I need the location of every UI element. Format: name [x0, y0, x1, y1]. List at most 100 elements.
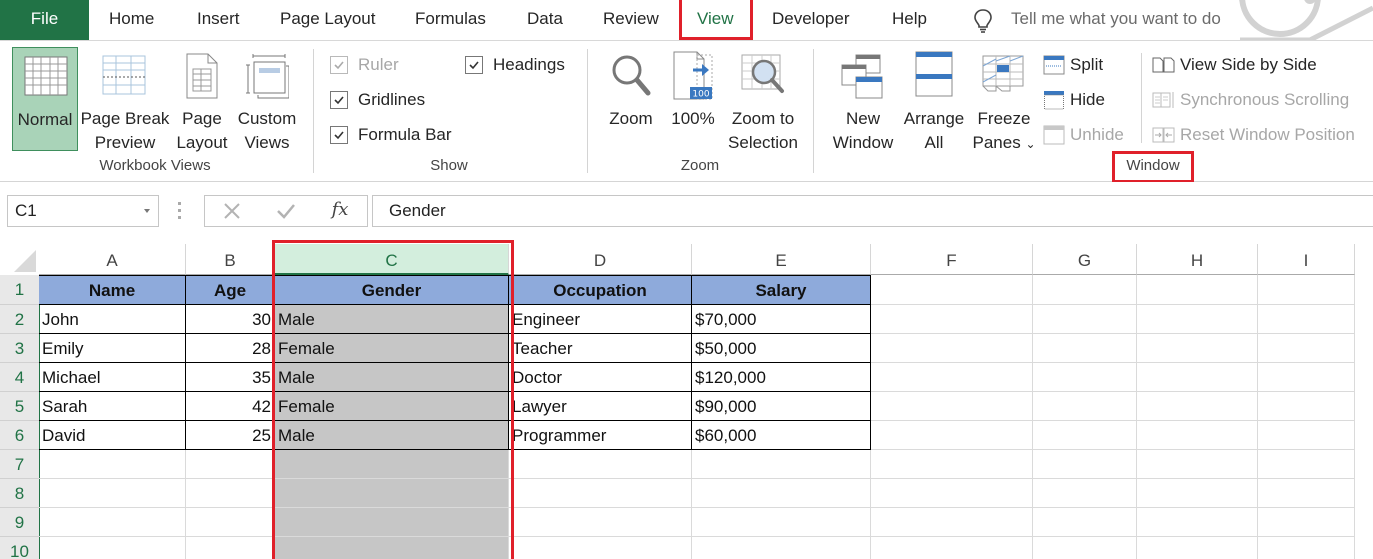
- cell-e4[interactable]: $120,000: [692, 363, 871, 392]
- cell-i5[interactable]: [1258, 392, 1355, 421]
- cell-h8[interactable]: [1137, 479, 1258, 508]
- headings-checkbox[interactable]: Headings: [465, 53, 575, 77]
- cell-i7[interactable]: [1258, 450, 1355, 479]
- cell-i3[interactable]: [1258, 334, 1355, 363]
- row-header-2[interactable]: 2: [0, 305, 39, 334]
- page-layout-view-button[interactable]: Page Layout: [172, 47, 232, 152]
- cell-e9[interactable]: [692, 508, 871, 537]
- column-header-d[interactable]: D: [509, 244, 692, 275]
- column-header-i[interactable]: I: [1258, 244, 1355, 275]
- cell-g8[interactable]: [1033, 479, 1137, 508]
- cell-b8[interactable]: [186, 479, 275, 508]
- name-box-dropdown-icon[interactable]: [144, 209, 150, 213]
- cell-i1[interactable]: [1258, 275, 1355, 305]
- cell-f3[interactable]: [871, 334, 1033, 363]
- cell-d6[interactable]: Programmer: [509, 421, 692, 450]
- cell-c4[interactable]: Male: [275, 363, 509, 392]
- cell-f8[interactable]: [871, 479, 1033, 508]
- freeze-panes-button[interactable]: Freeze Panes ⌄: [968, 47, 1040, 152]
- cell-h3[interactable]: [1137, 334, 1258, 363]
- cell-h10[interactable]: [1137, 537, 1258, 559]
- cell-c1[interactable]: Gender: [275, 275, 509, 305]
- cell-d5[interactable]: Lawyer: [509, 392, 692, 421]
- cell-b2[interactable]: 30: [186, 305, 275, 334]
- select-all-button[interactable]: [0, 244, 39, 275]
- cell-i9[interactable]: [1258, 508, 1355, 537]
- cell-i4[interactable]: [1258, 363, 1355, 392]
- cell-a3[interactable]: Emily: [39, 334, 186, 363]
- cell-d10[interactable]: [509, 537, 692, 559]
- formula-bar-checkbox[interactable]: Formula Bar: [330, 123, 470, 147]
- cell-h2[interactable]: [1137, 305, 1258, 334]
- tab-insert[interactable]: Insert: [197, 0, 240, 40]
- cell-g3[interactable]: [1033, 334, 1137, 363]
- cell-c5[interactable]: Female: [275, 392, 509, 421]
- cell-g7[interactable]: [1033, 450, 1137, 479]
- tab-view[interactable]: View: [697, 0, 734, 40]
- cell-h1[interactable]: [1137, 275, 1258, 305]
- synchronous-scrolling-button[interactable]: Synchronous Scrolling: [1152, 88, 1362, 112]
- row-header-9[interactable]: 9: [0, 508, 39, 537]
- cell-c9[interactable]: [275, 508, 509, 537]
- cell-f2[interactable]: [871, 305, 1033, 334]
- cell-b7[interactable]: [186, 450, 275, 479]
- cell-f7[interactable]: [871, 450, 1033, 479]
- cell-i6[interactable]: [1258, 421, 1355, 450]
- cell-a1[interactable]: Name: [39, 275, 186, 305]
- cell-h4[interactable]: [1137, 363, 1258, 392]
- cell-a6[interactable]: David: [39, 421, 186, 450]
- cell-a5[interactable]: Sarah: [39, 392, 186, 421]
- gridlines-checkbox[interactable]: Gridlines: [330, 88, 460, 112]
- cell-d3[interactable]: Teacher: [509, 334, 692, 363]
- cell-f6[interactable]: [871, 421, 1033, 450]
- cell-d9[interactable]: [509, 508, 692, 537]
- cell-e7[interactable]: [692, 450, 871, 479]
- cell-a7[interactable]: [39, 450, 186, 479]
- cell-b6[interactable]: 25: [186, 421, 275, 450]
- column-header-a[interactable]: A: [39, 244, 186, 275]
- cell-e1[interactable]: Salary: [692, 275, 871, 305]
- confirm-entry-button[interactable]: [271, 196, 301, 226]
- cell-h9[interactable]: [1137, 508, 1258, 537]
- cell-a10[interactable]: [39, 537, 186, 559]
- column-header-c[interactable]: C: [275, 244, 509, 275]
- column-header-g[interactable]: G: [1033, 244, 1137, 275]
- column-header-b[interactable]: B: [186, 244, 275, 275]
- cell-a8[interactable]: [39, 479, 186, 508]
- cell-d2[interactable]: Engineer: [509, 305, 692, 334]
- normal-view-button[interactable]: Normal: [12, 47, 78, 151]
- cell-e3[interactable]: $50,000: [692, 334, 871, 363]
- cell-i2[interactable]: [1258, 305, 1355, 334]
- cell-b5[interactable]: 42: [186, 392, 275, 421]
- tab-page-layout[interactable]: Page Layout: [280, 0, 375, 40]
- column-header-e[interactable]: E: [692, 244, 871, 275]
- cell-a2[interactable]: John: [39, 305, 186, 334]
- cell-e5[interactable]: $90,000: [692, 392, 871, 421]
- cell-g10[interactable]: [1033, 537, 1137, 559]
- zoom-100-button[interactable]: 100 100%: [664, 47, 722, 151]
- cell-f10[interactable]: [871, 537, 1033, 559]
- cell-d7[interactable]: [509, 450, 692, 479]
- tab-file[interactable]: File: [0, 0, 89, 40]
- cell-g1[interactable]: [1033, 275, 1137, 305]
- page-break-preview-button[interactable]: Page Break Preview: [80, 47, 170, 152]
- cell-b3[interactable]: 28: [186, 334, 275, 363]
- unhide-button[interactable]: Unhide: [1043, 123, 1133, 147]
- column-header-f[interactable]: F: [871, 244, 1033, 275]
- new-window-button[interactable]: New Window: [826, 47, 900, 152]
- cell-e6[interactable]: $60,000: [692, 421, 871, 450]
- split-button[interactable]: Split: [1043, 53, 1123, 77]
- cell-i8[interactable]: [1258, 479, 1355, 508]
- reset-window-position-button[interactable]: Reset Window Position: [1152, 123, 1367, 147]
- cancel-entry-button[interactable]: [217, 196, 247, 226]
- row-header-1[interactable]: 1: [0, 275, 39, 305]
- cell-g6[interactable]: [1033, 421, 1137, 450]
- cell-b10[interactable]: [186, 537, 275, 559]
- cell-c8[interactable]: [275, 479, 509, 508]
- cell-c7[interactable]: [275, 450, 509, 479]
- cell-h7[interactable]: [1137, 450, 1258, 479]
- cell-c6[interactable]: Male: [275, 421, 509, 450]
- row-header-6[interactable]: 6: [0, 421, 39, 450]
- cell-b1[interactable]: Age: [186, 275, 275, 305]
- cell-h5[interactable]: [1137, 392, 1258, 421]
